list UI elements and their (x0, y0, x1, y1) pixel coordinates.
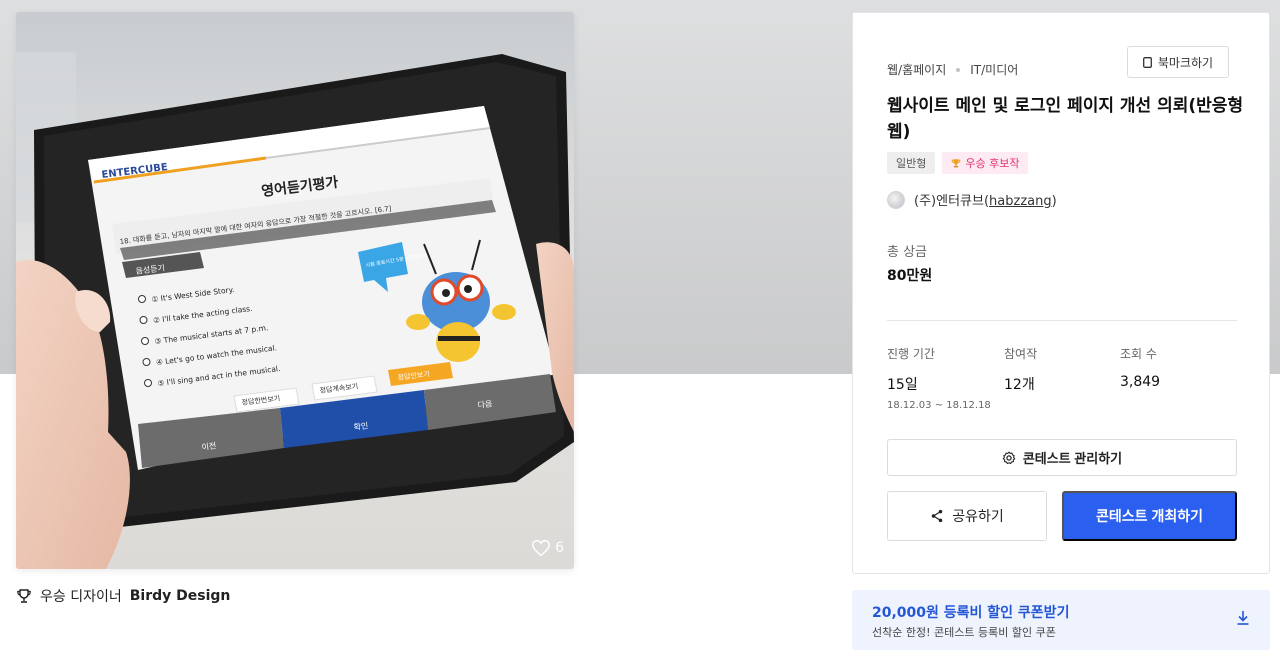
bookmark-icon (1142, 56, 1152, 68)
like-count: 6 (555, 540, 564, 556)
avatar (887, 190, 905, 209)
coupon-banner[interactable]: 20,000원 등록비 할인 쿠폰받기 선착순 한정! 콘테스트 등록비 할인 … (852, 590, 1270, 650)
radio-circle (138, 295, 146, 303)
nav-confirm: 확인 (353, 420, 369, 432)
prize-label: 총 상금 (887, 245, 928, 260)
stat-views: 조회 수 3,849 (1120, 345, 1160, 390)
divider (887, 320, 1237, 321)
badge-group: 일반형 우승 후보작 (887, 152, 1029, 174)
like-counter[interactable]: 6 (531, 539, 564, 557)
award-badge-label: 우승 후보작 (965, 157, 1020, 170)
radio-circle (141, 337, 149, 345)
tablet-screen: ENTERCUBE 영어듣기평가 18. 대화를 듣고, 남자의 마지막 말에 … (88, 106, 556, 470)
bookmark-button[interactable]: 북마크하기 (1127, 46, 1229, 78)
radio-circle (142, 358, 151, 366)
host-contest-button[interactable]: 콘테스트 개최하기 (1062, 491, 1237, 541)
trophy-icon (17, 589, 31, 603)
organizer-name: (주)엔터큐브 (914, 194, 984, 209)
period-value: 15일 (887, 377, 918, 393)
winner-name[interactable]: Birdy Design (130, 588, 231, 604)
download-icon[interactable] (1236, 610, 1250, 626)
views-label: 조회 수 (1120, 347, 1157, 361)
manage-contest-button[interactable]: 콘테스트 관리하기 (887, 439, 1237, 476)
stat-period: 진행 기간 15일 18.12.03 ~ 18.12.18 (887, 345, 991, 411)
gear-icon (1002, 451, 1016, 464)
nav-prev: 이전 (201, 440, 217, 452)
winner-designer: 우승 디자이너 Birdy Design (16, 586, 230, 606)
stat-entries: 참여작 12개 (1004, 345, 1037, 394)
nav-next: 다음 (477, 399, 493, 410)
period-label: 진행 기간 (887, 347, 935, 361)
share-button[interactable]: 공유하기 (887, 491, 1047, 541)
heart-icon (532, 539, 550, 557)
bookmark-label: 북마크하기 (1157, 55, 1214, 70)
organizer-id[interactable]: habzzang (989, 194, 1052, 209)
trophy-icon (952, 159, 961, 168)
category-link[interactable]: 웹/홈페이지 (887, 61, 946, 78)
winner-prefix: 우승 디자이너 (40, 589, 122, 605)
prize-value: 80만원 (887, 268, 933, 284)
share-icon (931, 509, 943, 523)
coupon-title: 20,000원 등록비 할인 쿠폰받기 (872, 605, 1070, 621)
breadcrumb-separator (956, 67, 961, 72)
type-badge: 일반형 (887, 152, 936, 174)
tablet-photo: ENTERCUBE 영어듣기평가 18. 대화를 듣고, 남자의 마지막 말에 … (16, 12, 574, 569)
period-range: 18.12.03 ~ 18.12.18 (887, 400, 991, 411)
radio-circle (139, 316, 148, 324)
contest-hero-image[interactable]: ENTERCUBE 영어듣기평가 18. 대화를 듣고, 남자의 마지막 말에 … (16, 12, 574, 569)
entries-value: 12개 (1004, 377, 1035, 393)
coupon-subtitle: 선착순 한정! 콘테스트 등록비 할인 쿠폰 (872, 626, 1056, 639)
contest-info-card: 웹/홈페이지 IT/미디어 북마크하기 웹사이트 메인 및 로그인 페이지 개선… (852, 12, 1270, 574)
radio-circle (144, 379, 152, 387)
award-badge: 우승 후보작 (942, 152, 1029, 174)
breadcrumb: 웹/홈페이지 IT/미디어 (887, 61, 1018, 78)
manage-label: 콘테스트 관리하기 (1022, 451, 1123, 466)
entries-label: 참여작 (1004, 347, 1038, 361)
share-label: 공유하기 (952, 508, 1004, 524)
views-value: 3,849 (1120, 374, 1161, 390)
contest-title: 웹사이트 메인 및 로그인 페이지 개선 의뢰(반응형 웹) (887, 96, 1244, 142)
organizer[interactable]: (주)엔터큐브(habzzang) (887, 190, 1057, 209)
subcategory-link[interactable]: IT/미디어 (970, 61, 1018, 78)
